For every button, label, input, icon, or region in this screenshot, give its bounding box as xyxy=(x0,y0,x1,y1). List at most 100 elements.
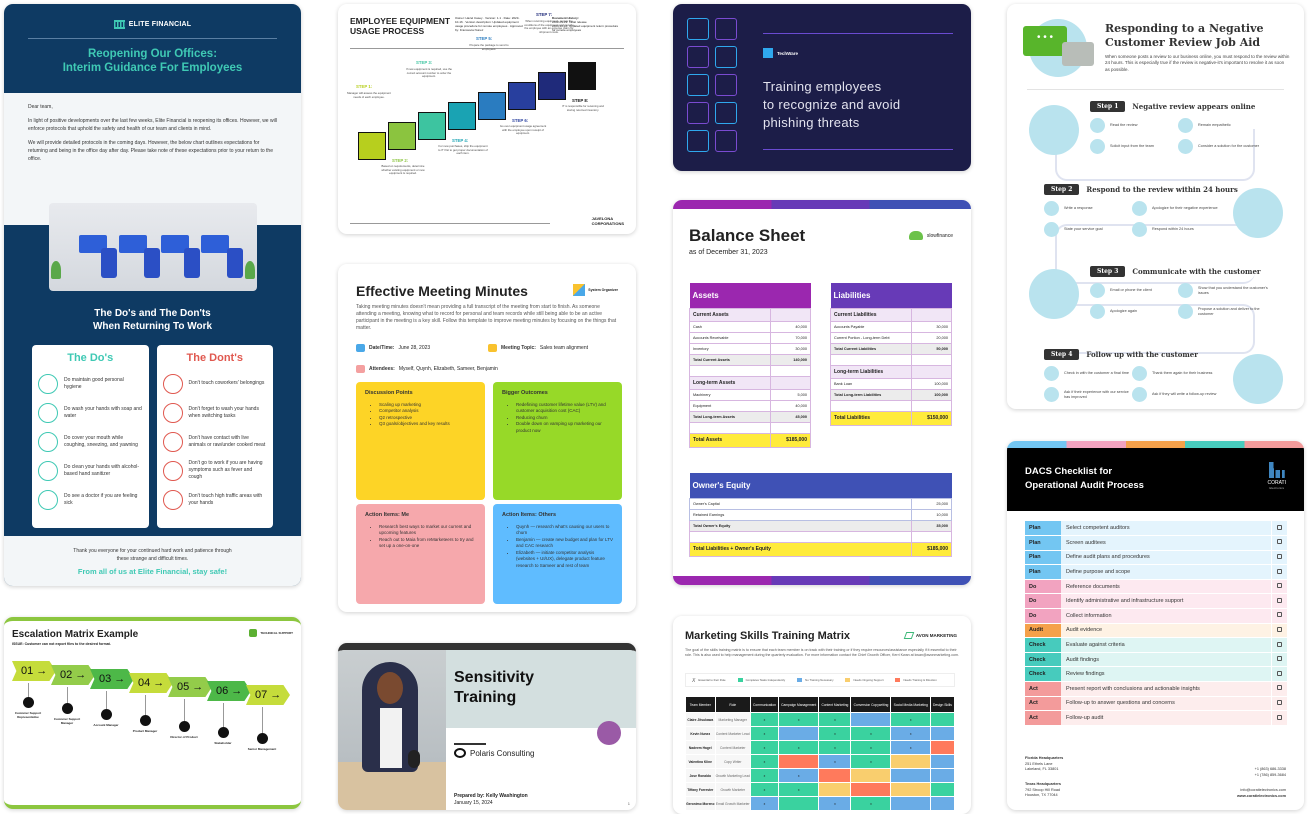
step-label: STEP 7: xyxy=(536,12,553,17)
presentation-date: January 15, 2024 xyxy=(454,800,493,806)
checklist-row: Audit Audit evidence xyxy=(1025,623,1287,639)
role-icon xyxy=(257,733,268,744)
skill-cell xyxy=(777,726,820,741)
template-card-dacs-checklist[interactable]: DACS Checklist for Operational Audit Proc… xyxy=(1007,441,1304,810)
template-card-meeting-minutes[interactable]: Effective Meeting Minutes System Organiz… xyxy=(338,264,636,612)
template-card-marketing-matrix[interactable]: Marketing Skills Training Matrix AVON MA… xyxy=(673,616,971,814)
texas-address: Texas Headquarters 792 Stroop Hill Road Ho… xyxy=(1025,782,1061,799)
connector-line xyxy=(145,695,146,715)
subtotal-row: Total Owner's Equity 35,000 xyxy=(689,519,952,532)
green-speech-bubble: • • • xyxy=(1023,26,1067,56)
checkbox[interactable] xyxy=(1276,685,1282,691)
skill-cell: x xyxy=(850,754,892,769)
template-card-escalation-matrix[interactable]: Escalation Matrix Example ISSUE: Custome… xyxy=(4,617,301,809)
cell-label: Owner's Equity xyxy=(689,473,912,498)
checkbox-cell xyxy=(1270,521,1287,537)
checkbox[interactable] xyxy=(1276,597,1282,603)
skill-cell: x xyxy=(749,782,780,797)
checkbox[interactable] xyxy=(1276,553,1282,559)
checkbox[interactable] xyxy=(1276,699,1282,705)
checklist-row: Check Review findings xyxy=(1025,666,1287,683)
subtotal-row: Total Long-term Assets 45,000 xyxy=(689,410,811,423)
cell-value: 30,000 xyxy=(911,320,952,333)
checkbox[interactable] xyxy=(1276,626,1282,632)
skill-cell xyxy=(818,782,852,797)
escalation-step[interactable]: 04 → xyxy=(129,673,173,693)
step-cube xyxy=(478,92,506,120)
checkbox[interactable] xyxy=(1276,568,1282,574)
marketing-description: The goal of the skills training matrix i… xyxy=(685,648,959,657)
dos-column: The Do's Do maintain good personal hygie… xyxy=(32,345,149,528)
action-text: Solicit input from the team xyxy=(1110,144,1154,148)
liabilities-table: Liabilities Current Liabilities Accounts P… xyxy=(830,283,952,426)
plant-icon xyxy=(51,261,61,279)
checkbox[interactable] xyxy=(1276,714,1282,720)
matrix-legend: X Essential to their Role Completes Tasks … xyxy=(685,673,955,687)
paragraph: We will provide detailed protocols in th… xyxy=(28,140,273,162)
dacs-title: DACS Checklist for Operational Audit Proc… xyxy=(1025,465,1144,493)
template-card-phishing-training[interactable]: TechWare Training employees to recognize … xyxy=(673,4,971,171)
table-row: Retained Earnings 10,000 xyxy=(689,508,952,521)
cell-value: 35,000 xyxy=(911,519,952,532)
skill-cell: x xyxy=(890,726,931,741)
section-header: Current Assets xyxy=(689,307,811,322)
step-label: STEP 6: xyxy=(512,118,529,123)
skill-cell: x xyxy=(749,768,780,783)
turtle-icon xyxy=(908,231,923,240)
escalation-step[interactable]: 01 → xyxy=(12,661,56,681)
step-label: STEP 3: xyxy=(416,60,433,65)
task-text: Evaluate against criteria xyxy=(1061,637,1271,653)
action-icon xyxy=(1178,139,1193,154)
calendar-icon xyxy=(356,344,365,352)
review-step: Step 4 Follow up with the customer xyxy=(1044,349,1198,360)
action-text: Write a response xyxy=(1064,206,1093,210)
phase-label: Do xyxy=(1025,593,1061,610)
skill-cell: x xyxy=(777,712,820,727)
cell-label: Total Liabilities + Owner's Equity xyxy=(689,541,912,557)
phase-label: Do xyxy=(1025,608,1061,624)
escalation-step[interactable]: 02 → xyxy=(51,665,95,685)
box-title: Action Items: Me xyxy=(365,512,410,518)
skill-cell: x xyxy=(818,740,852,755)
template-card-equipment-process[interactable]: EMPLOYEE EQUIPMENT USAGE PROCESS Owner: H… xyxy=(338,4,636,234)
template-card-sensitivity-training[interactable]: Sensitivity Training Polaris Consulting P… xyxy=(338,643,636,810)
escalation-step[interactable]: 05 → xyxy=(168,677,212,697)
cell-label: Liabilities xyxy=(830,283,912,308)
escalation-step[interactable]: 03 → xyxy=(90,669,134,689)
cell-label: Long-term Assets xyxy=(689,375,771,390)
checkbox[interactable] xyxy=(1276,641,1282,647)
checkbox[interactable] xyxy=(1276,524,1282,530)
template-card-balance-sheet[interactable]: Balance Sheet as of December 31, 2023 sl… xyxy=(673,200,971,585)
heading-line: The Do's and The Don'ts xyxy=(94,308,211,319)
task-text: Audit findings xyxy=(1061,652,1271,668)
chair-icon xyxy=(184,248,200,278)
box-list: Redefining customer lifetime value (LTV)… xyxy=(502,402,613,435)
checkbox[interactable] xyxy=(1276,539,1282,545)
escalation-step[interactable]: 07 → xyxy=(246,685,290,705)
connector-line xyxy=(67,687,68,703)
cell-value: $185,000 xyxy=(770,432,811,448)
phase-label: Plan xyxy=(1025,535,1061,551)
action-item: Email or phone the client xyxy=(1090,283,1180,298)
skill-cell xyxy=(929,740,956,755)
list-item: Reach out to Maia from reMarketeers to t… xyxy=(379,537,476,550)
template-card-elite-financial[interactable]: ELITE FINANCIAL Reopening Our Offices: In… xyxy=(4,4,301,586)
donts-title: The Dont's xyxy=(186,352,243,364)
box-list: Research best ways to market our current… xyxy=(365,524,476,550)
list-item: Benjamin — create new budget and plan fo… xyxy=(516,537,613,550)
template-card-review-job-aid[interactable]: • • • Responding to a Negative Customer R… xyxy=(1007,4,1304,409)
subtotal-row: Total Current Assets 140,000 xyxy=(689,353,811,366)
action-item: Respond within 24 hours xyxy=(1132,222,1222,237)
checkbox[interactable] xyxy=(1276,612,1282,618)
checklist-row: Do Collect information xyxy=(1025,608,1287,624)
checkbox[interactable] xyxy=(1276,670,1282,676)
skill-cell: x xyxy=(890,712,931,727)
checkbox[interactable] xyxy=(1276,656,1282,662)
role-label: Senior Management xyxy=(247,747,277,751)
meeting-box: Action Items: Me Research best ways to ma… xyxy=(356,504,485,604)
item-text: Don't forget to wash your hands when swi… xyxy=(188,405,259,419)
escalation-step[interactable]: 06 → xyxy=(207,681,251,701)
checkbox-cell xyxy=(1270,608,1287,624)
checkbox[interactable] xyxy=(1276,583,1282,589)
website: www.coratielectronics.com xyxy=(1236,793,1286,798)
